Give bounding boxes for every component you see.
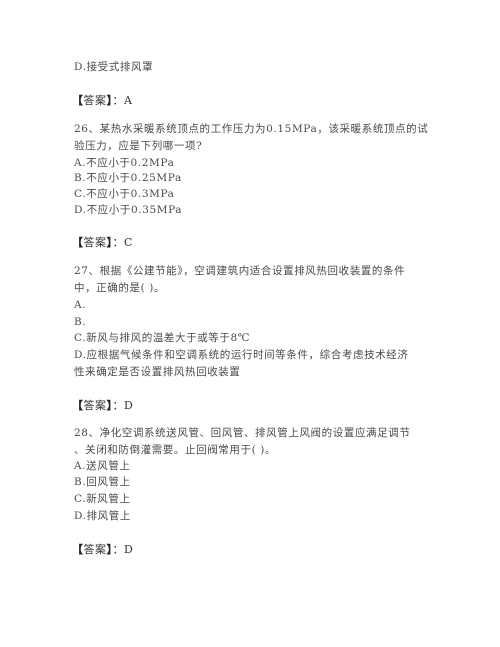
answer-label: 答案: [83, 236, 107, 249]
answer-label: 答案: [83, 543, 107, 556]
answer-line: 【答案】：C: [72, 236, 133, 250]
option-d: D.不应小于0.35MPa: [74, 204, 183, 216]
bracket-open: 【: [72, 543, 84, 556]
answer-value: A: [124, 94, 133, 107]
option-c: C.新风与排风的温差大于或等于8℃: [74, 332, 251, 344]
question-stem-line: 验压力，应是下列哪一项?: [74, 140, 203, 152]
answer-label: 答案: [83, 94, 107, 107]
answer-value: D: [124, 543, 134, 556]
answer-line: 【答案】：D: [72, 399, 133, 413]
option-d-continued: 性来确定是否设置排风热回收装置: [74, 366, 241, 378]
question-stem-line: 27、根据《公建节能》，空调建筑内适合设置排风热回收装置的条件: [74, 265, 406, 277]
bracket-open: 【: [72, 94, 84, 107]
question-stem-line: 26、某热水采暖系统顶点的工作压力为0.15MPa，该采暖系统顶点的试: [74, 123, 429, 135]
answer-value: D: [124, 399, 134, 412]
option-b: B.不应小于0.25MPa: [74, 172, 182, 184]
answer-value: C: [124, 236, 133, 249]
option-b: B.回风管上: [74, 476, 131, 488]
answer-line: 【答案】：D: [72, 543, 133, 557]
option-b: B.: [74, 316, 87, 328]
question-stem-line: 、关闭和防倒灌需要。止回阀常用于( )。: [74, 444, 277, 456]
answer-label: 答案: [83, 399, 107, 412]
bracket-open: 【: [72, 236, 84, 249]
option-d: D.应根据气候条件和空调系统的运行时间等条件，综合考虑技术经济: [74, 349, 409, 361]
answer-colon: ：: [112, 543, 124, 556]
option-c: C.不应小于0.3MPa: [74, 188, 175, 200]
answer-colon: ：: [112, 94, 124, 107]
bracket-open: 【: [72, 399, 84, 412]
option-a: A.不应小于0.2MPa: [74, 157, 175, 169]
question-stem-line: 28、净化空调系统送风管、回风管、排风管上风阀的设置应满足调节: [74, 427, 411, 439]
answer-colon: ：: [112, 236, 124, 249]
answer-colon: ：: [112, 399, 124, 412]
answer-line: 【答案】：A: [72, 94, 132, 108]
option-c: C.新风管上: [74, 493, 131, 505]
question-stem-line: 中，正确的是( )。: [74, 282, 166, 294]
option-a: A.: [74, 299, 87, 311]
option-a: A.送风管上: [74, 460, 131, 472]
prev-option-d: D.接受式排风罩: [74, 61, 154, 73]
option-d: D.排风管上: [74, 510, 131, 522]
